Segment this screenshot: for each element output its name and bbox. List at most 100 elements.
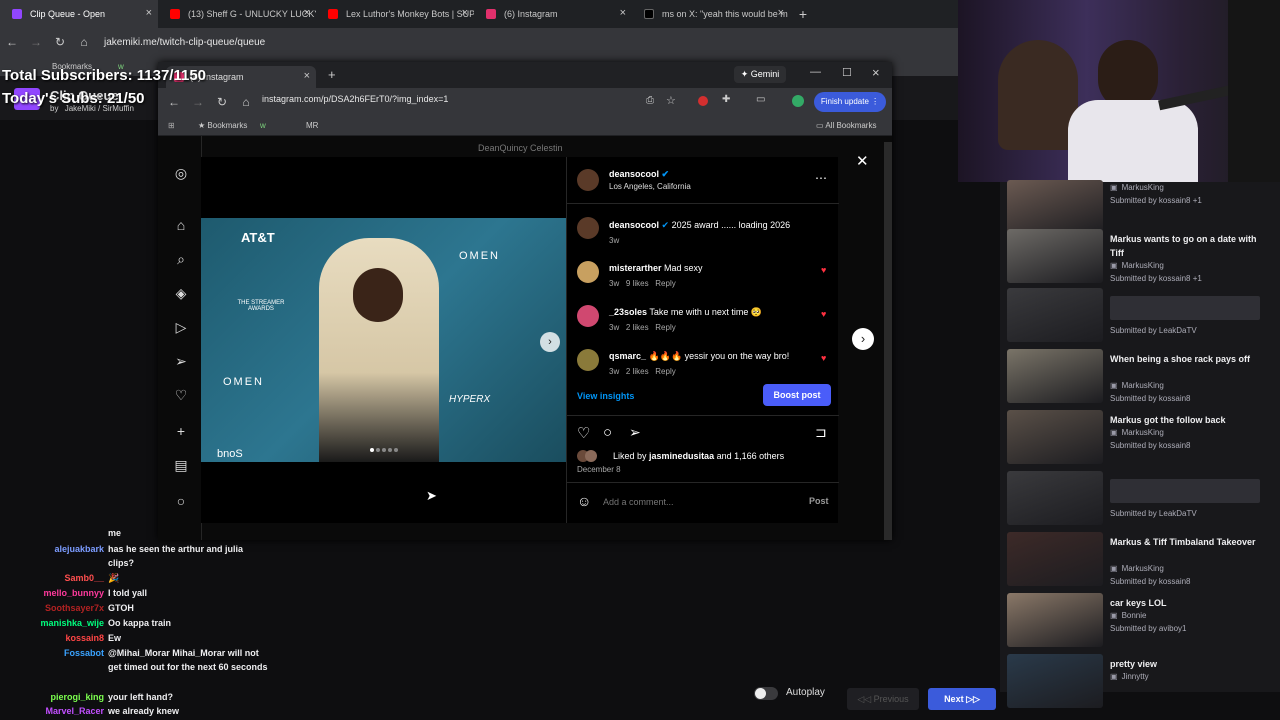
messages-icon[interactable]: ➢ bbox=[172, 352, 190, 370]
chat-username[interactable]: Soothsayer7x bbox=[45, 601, 104, 615]
popup-url-field[interactable]: instagram.com/p/DSA2h6FErT0/?img_index=1 bbox=[262, 94, 622, 110]
chat-username[interactable]: Fossabot bbox=[64, 646, 104, 660]
profile-icon[interactable]: ○ bbox=[172, 492, 190, 510]
comment-likes[interactable]: 2 likes bbox=[626, 323, 649, 332]
queue-item[interactable]: Markus wants to go on a date with Tiff ▣ M… bbox=[1007, 229, 1277, 287]
emoji-icon[interactable]: ☺ bbox=[577, 493, 591, 509]
install-icon[interactable]: ⎙ bbox=[646, 95, 654, 106]
chat-username[interactable]: Samb0__ bbox=[64, 571, 104, 585]
close-icon[interactable]: × bbox=[304, 70, 310, 82]
queue-item[interactable]: pretty view ▣ Jinnytty bbox=[1007, 654, 1277, 712]
close-icon[interactable]: × bbox=[146, 7, 152, 19]
chat-username[interactable]: pierogi_king bbox=[50, 690, 104, 704]
reply-link[interactable]: Reply bbox=[655, 279, 675, 288]
reply-link[interactable]: Reply bbox=[655, 323, 675, 332]
browser-tab[interactable]: (13) Sheff G - UNLUCKY LUCKY × bbox=[158, 0, 316, 28]
save-icon[interactable]: ⊐ bbox=[815, 424, 827, 441]
maximize-icon[interactable]: ☐ bbox=[842, 66, 852, 79]
avatar[interactable] bbox=[577, 169, 599, 191]
bookmark-item[interactable]: MR bbox=[306, 121, 318, 130]
close-icon[interactable]: × bbox=[462, 7, 468, 19]
finish-update-button[interactable]: Finish update ⋮ bbox=[814, 92, 886, 112]
reply-link[interactable]: Reply bbox=[655, 367, 675, 376]
bookmark-item[interactable]: w bbox=[260, 121, 266, 130]
all-bookmarks-link[interactable]: ▭ All Bookmarks bbox=[816, 121, 876, 130]
comment-icon[interactable]: ○ bbox=[603, 424, 612, 441]
bookmark-item[interactable]: ★ Bookmarks bbox=[198, 121, 247, 130]
browser-tab[interactable]: ms on X: "yeah this would be m × bbox=[632, 0, 790, 28]
comment-username[interactable]: misterarther bbox=[609, 263, 662, 273]
avatar[interactable] bbox=[577, 261, 599, 283]
extensions-icon[interactable]: ✚ bbox=[722, 94, 730, 105]
comment-input[interactable] bbox=[603, 493, 793, 511]
queue-item[interactable]: Markus got the follow back ▣ MarkusKing Sub… bbox=[1007, 410, 1277, 468]
more-options-icon[interactable]: ⋯ bbox=[815, 171, 827, 185]
comment-heart-icon[interactable]: ♥ bbox=[821, 309, 826, 319]
chat-username[interactable]: Marvel_Racer bbox=[45, 704, 104, 718]
queue-item[interactable]: Submitted by LeakDaTV bbox=[1007, 471, 1277, 529]
reload-icon[interactable]: ↻ bbox=[48, 35, 72, 49]
post-location[interactable]: Los Angeles, California bbox=[609, 182, 691, 191]
share-icon[interactable]: ➢ bbox=[629, 424, 641, 441]
chat-username[interactable]: mello_bunnyy bbox=[43, 586, 104, 600]
minimize-icon[interactable]: — bbox=[810, 66, 821, 78]
home-icon[interactable]: ⌂ bbox=[172, 216, 190, 234]
close-icon[interactable]: × bbox=[620, 7, 626, 19]
avatar[interactable] bbox=[577, 217, 599, 239]
queue-item[interactable]: Submitted by LeakDaTV bbox=[1007, 288, 1277, 346]
liked-by-user[interactable]: jasminedusitaa bbox=[649, 451, 714, 461]
gemini-button[interactable]: ✦ Gemini bbox=[734, 66, 786, 83]
liked-by-suffix[interactable]: and 1,166 others bbox=[717, 451, 785, 461]
close-icon[interactable]: × bbox=[778, 7, 784, 19]
explore-icon[interactable]: ◈ bbox=[172, 284, 190, 302]
like-icon[interactable]: ♡ bbox=[577, 424, 590, 442]
apps-icon[interactable]: ⊞ bbox=[168, 121, 175, 130]
chat-username[interactable]: kossain8 bbox=[65, 631, 104, 645]
extension-icon[interactable] bbox=[698, 96, 708, 106]
comment-likes[interactable]: 9 likes bbox=[626, 279, 649, 288]
back-icon[interactable]: ← bbox=[0, 35, 24, 49]
dashboard-icon[interactable]: ▤ bbox=[172, 456, 190, 474]
comment-username[interactable]: qsmarc_ bbox=[609, 351, 646, 361]
queue-item[interactable]: Markus & Tiff Timbaland Takeover ▣ MarkusK… bbox=[1007, 532, 1277, 590]
caption-username[interactable]: deansocool bbox=[609, 220, 659, 230]
close-icon[interactable]: × bbox=[304, 7, 310, 19]
instagram-logo-icon[interactable]: ◎ bbox=[172, 164, 190, 182]
comment-likes[interactable]: 2 likes bbox=[626, 367, 649, 376]
queue-item[interactable]: When being a shoe rack pays off ▣ MarkusKi… bbox=[1007, 349, 1277, 407]
autoplay-toggle[interactable] bbox=[754, 687, 778, 700]
previous-button[interactable]: ◁◁ Previous bbox=[847, 688, 919, 710]
avatar[interactable] bbox=[577, 305, 599, 327]
post-username[interactable]: deansocool ✔ bbox=[609, 169, 669, 180]
chat-username[interactable]: manishka_wije bbox=[40, 616, 104, 630]
browser-tab[interactable]: (6) Instagram × bbox=[474, 0, 632, 28]
new-tab-button[interactable]: + bbox=[790, 0, 816, 28]
url-field[interactable]: jakemiki.me/twitch-clip-queue/queue bbox=[104, 37, 265, 48]
scrollbar[interactable] bbox=[884, 142, 892, 540]
create-icon[interactable]: + bbox=[172, 422, 190, 440]
view-insights-link[interactable]: View insights bbox=[577, 391, 634, 401]
new-tab-button[interactable]: + bbox=[328, 67, 336, 82]
browser-tab[interactable]: Clip Queue - Open × bbox=[0, 0, 158, 28]
next-button[interactable]: Next ▷▷ bbox=[928, 688, 996, 710]
comment-heart-icon[interactable]: ♥ bbox=[821, 265, 826, 275]
close-window-icon[interactable]: × bbox=[872, 65, 880, 80]
sidepanel-icon[interactable]: ▭ bbox=[756, 94, 765, 105]
carousel-next-icon[interactable]: › bbox=[540, 332, 560, 352]
post-comment-button[interactable]: Post bbox=[809, 496, 829, 506]
boost-post-button[interactable]: Boost post bbox=[763, 384, 831, 406]
search-icon[interactable]: ⌕ bbox=[172, 250, 190, 268]
home-icon[interactable]: ⌂ bbox=[234, 95, 258, 109]
close-post-icon[interactable]: ✕ bbox=[856, 152, 869, 170]
notifications-icon[interactable]: ♡ bbox=[172, 386, 190, 404]
reels-icon[interactable]: ▷ bbox=[172, 318, 190, 336]
next-post-icon[interactable]: › bbox=[852, 328, 874, 350]
forward-icon[interactable]: → bbox=[24, 35, 48, 49]
browser-tab[interactable]: Lex Luthor's Monkey Bots | SUP × bbox=[316, 0, 474, 28]
comment-username[interactable]: _23soles bbox=[609, 307, 647, 317]
avatar[interactable] bbox=[577, 349, 599, 371]
star-icon[interactable]: ☆ bbox=[666, 94, 676, 107]
queue-item[interactable]: car keys LOL ▣ Bonnie Submitted by aviboy1 bbox=[1007, 593, 1277, 651]
comment-heart-icon[interactable]: ♥ bbox=[821, 353, 826, 363]
reload-icon[interactable]: ↻ bbox=[210, 95, 234, 109]
